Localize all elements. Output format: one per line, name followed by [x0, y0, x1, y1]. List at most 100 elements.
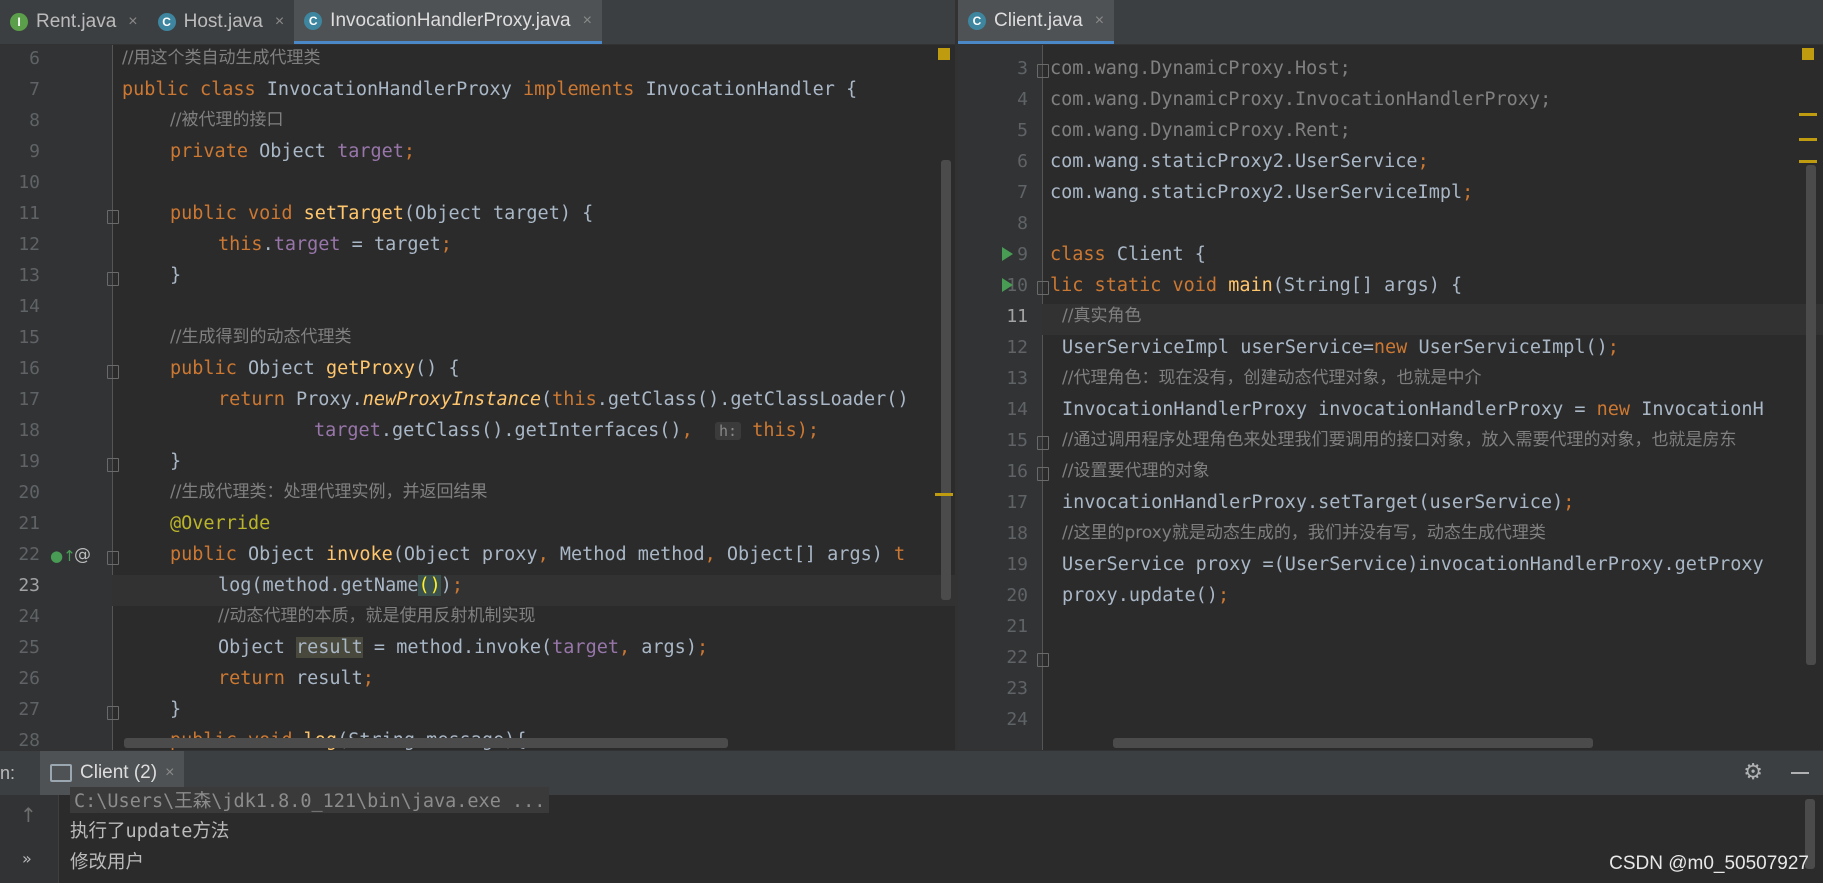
- fold-icon[interactable]: [1037, 467, 1049, 481]
- code-line: 13//代理角色：现在没有，创建动态代理对象，也就是中介: [1006, 368, 1482, 389]
- error-stripe-mark[interactable]: [935, 493, 953, 496]
- code-line: 4 com.wang.DynamicProxy.InvocationHandler…: [1017, 89, 1552, 110]
- run-class-icon[interactable]: [1002, 247, 1013, 261]
- tab-client-java[interactable]: C Client.java ×: [958, 0, 1115, 44]
- code-line: 9 class Client {: [1017, 244, 1206, 265]
- vertical-scrollbar[interactable]: [1806, 165, 1816, 665]
- close-icon[interactable]: ×: [1095, 12, 1104, 30]
- code-line: 12 this.target = target;: [18, 234, 452, 255]
- interface-file-icon: I: [10, 13, 28, 31]
- code-line: 7 com.wang.staticProxy2.UserServiceImpl;: [1017, 182, 1474, 203]
- console-line: 修改用户: [70, 852, 145, 873]
- close-icon[interactable]: ×: [165, 764, 174, 782]
- right-tab-bar: C Client.java ×: [958, 0, 1823, 45]
- code-line: 22: [1006, 647, 1028, 668]
- left-tab-bar: I Rent.java × C Host.java × C Invocation…: [0, 0, 955, 45]
- fold-icon[interactable]: [1037, 653, 1049, 667]
- tab-label: Rent.java: [36, 11, 117, 32]
- vertical-scrollbar[interactable]: [941, 160, 951, 600]
- gear-icon[interactable]: ⚙: [1743, 760, 1763, 785]
- code-line: 19}: [18, 451, 182, 472]
- error-stripe-mark[interactable]: [1799, 113, 1817, 116]
- code-line: 18//这里的proxy就是动态生成的，我们并没有写，动态生成代理类: [1006, 523, 1546, 544]
- more-actions-icon[interactable]: »: [22, 849, 32, 868]
- code-line: 23: [1006, 678, 1028, 699]
- warning-marker-icon[interactable]: [1802, 48, 1814, 60]
- code-line: 7 public class InvocationHandlerProxy imp…: [29, 79, 858, 100]
- fold-icon[interactable]: [107, 365, 119, 379]
- code-line: 3 com.wang.DynamicProxy.Host;: [1017, 58, 1351, 79]
- console-line: 执行了update方法: [70, 821, 230, 842]
- run-panel-label: n:: [0, 762, 16, 783]
- code-line: 24: [1006, 709, 1028, 730]
- left-editor[interactable]: 6//用这个类自动生成代理类 7 public class InvocationH…: [0, 45, 955, 750]
- fold-icon[interactable]: [1037, 64, 1049, 78]
- code-line: 8: [1017, 213, 1028, 234]
- horizontal-scrollbar[interactable]: [1113, 738, 1593, 748]
- right-editor[interactable]: 3 com.wang.DynamicProxy.Host; 4 com.wang.D…: [958, 45, 1823, 750]
- code-line: 20 proxy.update();: [1006, 585, 1230, 606]
- scroll-up-icon[interactable]: ↑: [20, 803, 37, 827]
- horizontal-scrollbar[interactable]: [124, 738, 728, 748]
- console-icon: [50, 764, 72, 782]
- console-output[interactable]: ↑ » C:\Users\王森\jdk1.8.0_121\bin\java.ex…: [0, 787, 1823, 883]
- code-line: 14: [18, 296, 40, 317]
- close-icon[interactable]: ×: [275, 13, 284, 31]
- close-icon[interactable]: ×: [128, 13, 137, 31]
- code-line: 10 lic static void main(String[] args) {: [1006, 275, 1463, 296]
- code-line: 20//生成代理类：处理代理实例，并返回结果: [18, 482, 488, 503]
- code-line: 6 com.wang.staticProxy2.UserService;: [1017, 151, 1429, 172]
- warning-marker-icon[interactable]: [938, 48, 950, 60]
- console-line: C:\Users\王森\jdk1.8.0_121\bin\java.exe ..…: [70, 787, 550, 813]
- code-line: 19 UserService proxy =(UserService)invoca…: [1006, 554, 1764, 575]
- fold-icon[interactable]: [107, 551, 119, 565]
- minimize-icon[interactable]: [1791, 772, 1809, 774]
- code-line: 10: [18, 172, 40, 193]
- implements-method-icon[interactable]: ●↑: [50, 547, 76, 565]
- fold-icon[interactable]: [107, 272, 119, 286]
- code-line: 18 target.getClass().getInterfaces(), h: …: [18, 420, 820, 441]
- code-line: 11 public void setTarget(Object target) {: [18, 203, 594, 224]
- code-line: 14 InvocationHandlerProxy invocationHandl…: [1006, 399, 1764, 420]
- console-toolbar: ↑ »: [0, 795, 59, 883]
- code-line: 6//用这个类自动生成代理类: [29, 48, 321, 69]
- code-line-current: 23 log(method.getName());: [18, 575, 464, 596]
- code-line: 21 @Override: [18, 513, 271, 534]
- code-line: 25 Object result = method.invoke(target, …: [18, 637, 709, 658]
- code-line: 21: [1006, 616, 1028, 637]
- error-stripe-mark[interactable]: [1799, 138, 1817, 141]
- code-line: 16//设置要代理的对象: [1006, 461, 1210, 482]
- class-file-icon: C: [157, 13, 176, 31]
- code-line: 15//生成得到的动态代理类: [18, 327, 352, 348]
- code-line: 17 return Proxy.newProxyInstance(this.get…: [18, 389, 909, 410]
- tab-label: InvocationHandlerProxy.java: [330, 9, 571, 31]
- run-main-icon[interactable]: [1002, 278, 1013, 292]
- error-stripe-mark[interactable]: [1799, 160, 1817, 163]
- code-line: 24//动态代理的本质，就是使用反射机制实现: [18, 606, 536, 627]
- fold-icon[interactable]: [1037, 281, 1049, 295]
- code-line: 12 UserServiceImpl userService=new UserSe…: [1006, 337, 1619, 358]
- parameter-hint: h:: [714, 422, 742, 440]
- code-line: 16 public Object getProxy() {: [18, 358, 460, 379]
- code-line: 9 private Object target;: [29, 141, 416, 162]
- close-icon[interactable]: ×: [583, 12, 592, 30]
- fold-icon[interactable]: [107, 458, 119, 472]
- tab-label: Client.java: [994, 9, 1083, 31]
- tab-rent-java[interactable]: I Rent.java ×: [0, 0, 148, 44]
- fold-icon[interactable]: [107, 210, 119, 224]
- fold-icon[interactable]: [1037, 436, 1049, 450]
- code-line: 13}: [18, 265, 182, 286]
- tab-label: Host.java: [183, 11, 263, 32]
- tab-invocationhandlerproxy-java[interactable]: C InvocationHandlerProxy.java ×: [294, 0, 602, 44]
- code-line: 15//通过调用程序处理角色来处理我们要调用的接口对象，放入需要代理的对象，也就…: [1006, 430, 1737, 451]
- fold-icon[interactable]: [107, 706, 119, 720]
- code-line: 26 return result;: [18, 668, 374, 689]
- override-annotation-icon[interactable]: @: [74, 545, 91, 565]
- watermark: CSDN @m0_50507927: [1609, 853, 1809, 874]
- class-file-icon: C: [304, 11, 323, 30]
- class-file-icon: C: [968, 11, 986, 30]
- code-line: 17 invocationHandlerProxy.setTarget(userS…: [1006, 492, 1575, 513]
- code-line: 27}: [18, 699, 182, 720]
- code-line: 8//被代理的接口: [29, 110, 284, 131]
- tab-host-java[interactable]: C Host.java ×: [148, 0, 295, 44]
